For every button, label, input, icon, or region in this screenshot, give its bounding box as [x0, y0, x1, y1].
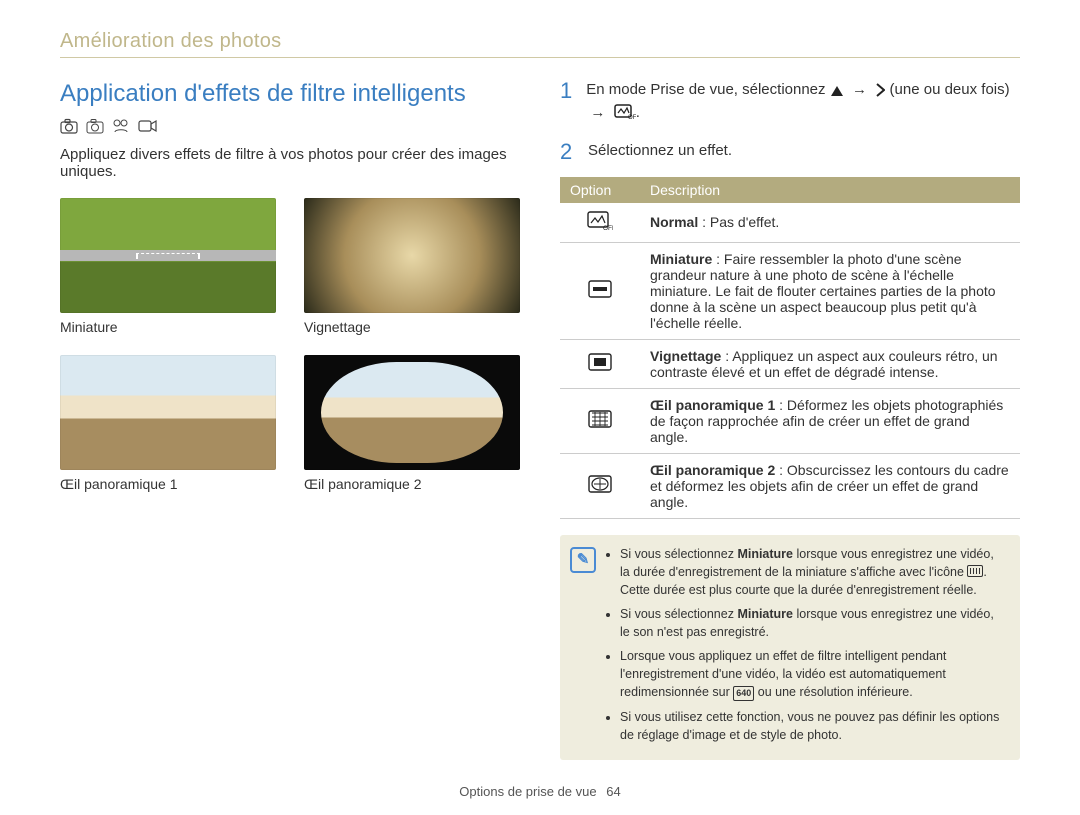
- thumb-vignette-label: Vignettage: [304, 319, 520, 335]
- thumb-fisheye1-label: Œil panoramique 1: [60, 476, 276, 492]
- fisheye2-label: Œil panoramique 2: [650, 462, 775, 478]
- step-1-number: 1: [560, 80, 576, 127]
- mode-icons-row: [60, 118, 520, 134]
- options-header-option: Option: [560, 177, 640, 203]
- camera-icon: [60, 118, 78, 134]
- right-chevron-icon: [875, 83, 885, 103]
- normal-label: Normal: [650, 214, 698, 230]
- table-row: Œil panoramique 1 : Déformez les objets …: [560, 388, 1020, 453]
- footer-page-number: 64: [606, 784, 620, 799]
- svg-text:OFF: OFF: [603, 225, 613, 231]
- note-box: ✎ Si vous sélectionnez Miniature lorsque…: [560, 535, 1020, 760]
- note-bullet-4: Si vous utilisez cette fonction, vous ne…: [620, 708, 1006, 744]
- intro-text: Appliquez divers effets de filtre à vos …: [60, 146, 520, 180]
- footer-section: Options de prise de vue: [459, 784, 596, 799]
- normal-off-icon: OFF: [587, 218, 613, 234]
- vignette-label: Vignettage: [650, 348, 721, 364]
- step-1-pre: En mode Prise de vue, sélectionnez: [586, 81, 825, 98]
- fisheye2-option-icon: [587, 481, 613, 497]
- thumb-vignette: [304, 198, 520, 313]
- page-header: Amélioration des photos: [60, 30, 1020, 58]
- step-2: 2 Sélectionnez un effet.: [560, 141, 1020, 163]
- note-icon: ✎: [570, 547, 596, 573]
- miniature-record-icon: [967, 565, 983, 577]
- thumb-fisheye1: [60, 355, 276, 470]
- camera-outline-icon: [86, 118, 104, 134]
- page-footer: Options de prise de vue 64: [60, 784, 1020, 799]
- thumb-fisheye2: [304, 355, 520, 470]
- table-row: OFF Normal : Pas d'effet.: [560, 203, 1020, 243]
- thumb-miniature-label: Miniature: [60, 319, 276, 335]
- section-title: Application d'effets de filtre intellige…: [60, 80, 520, 108]
- step-2-text: Sélectionnez un effet.: [588, 141, 732, 163]
- options-table: Option Description OFF Normal : Pas d'ef…: [560, 177, 1020, 519]
- svg-text:OFF: OFF: [628, 115, 636, 120]
- options-header-desc: Description: [640, 177, 1020, 203]
- thumb-fisheye2-label: Œil panoramique 2: [304, 476, 520, 492]
- video-icon: [138, 118, 158, 134]
- table-row: Miniature : Faire ressembler la photo d'…: [560, 242, 1020, 339]
- res-640-badge: 640: [733, 686, 754, 701]
- note-bullet-2: Si vous sélectionnez Miniature lorsque v…: [620, 605, 1006, 641]
- miniature-label: Miniature: [650, 251, 712, 267]
- fisheye1-label: Œil panoramique 1: [650, 397, 775, 413]
- step-1-mid: (une ou deux fois): [890, 81, 1010, 98]
- step-2-number: 2: [560, 141, 578, 163]
- thumb-miniature: [60, 198, 276, 313]
- note-bullet-1: Si vous sélectionnez Miniature lorsque v…: [620, 545, 1006, 599]
- fisheye1-option-icon: [587, 416, 613, 432]
- table-row: Œil panoramique 2 : Obscurcissez les con…: [560, 453, 1020, 518]
- normal-text: : Pas d'effet.: [698, 214, 779, 230]
- up-triangle-icon: [830, 83, 844, 103]
- thumbnails-grid: Miniature Vignettage Œil panoramique 1 Œ…: [60, 198, 520, 506]
- vignette-option-icon: [587, 359, 613, 375]
- step-1: 1 En mode Prise de vue, sélectionnez → (…: [560, 80, 1020, 127]
- filter-off-icon: OFF: [614, 104, 636, 126]
- table-row: Vignettage : Appliquez un aspect aux cou…: [560, 339, 1020, 388]
- dual-mode-icon: [112, 118, 130, 134]
- miniature-icon: [587, 286, 613, 302]
- note-bullet-3: Lorsque vous appliquez un effet de filtr…: [620, 647, 1006, 701]
